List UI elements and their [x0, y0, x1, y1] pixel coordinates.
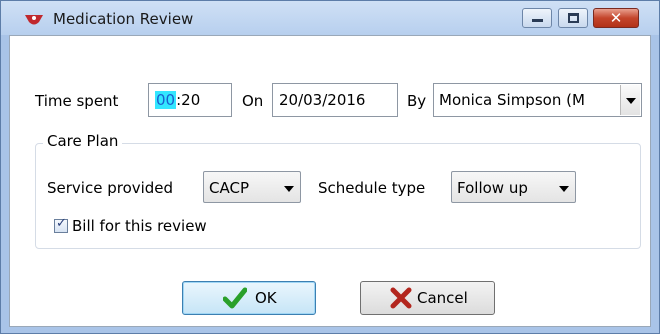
- ok-label: OK: [255, 289, 277, 307]
- cancel-button[interactable]: Cancel: [360, 281, 495, 315]
- time-spent-label: Time spent: [35, 92, 119, 110]
- on-label: On: [242, 92, 264, 110]
- care-plan-title: Care Plan: [43, 132, 123, 150]
- bill-label[interactable]: Bill for this review: [72, 217, 207, 235]
- checkmark-icon: [223, 287, 247, 309]
- cancel-x-icon: [390, 287, 412, 309]
- time-minutes: :20: [176, 91, 201, 109]
- chevron-down-icon[interactable]: [279, 173, 299, 201]
- by-user-value: Monica Simpson (M: [439, 91, 585, 109]
- time-hours-selected: 00: [155, 91, 177, 109]
- time-spent-input[interactable]: 00:20: [148, 83, 232, 117]
- window-title: Medication Review: [53, 10, 194, 28]
- dialog-body: Time spent 00:20 On 20/03/2016 By Monica…: [9, 35, 651, 327]
- chevron-down-icon[interactable]: [620, 85, 640, 115]
- by-user-select[interactable]: Monica Simpson (M: [433, 83, 642, 117]
- service-provided-value: CACP: [209, 179, 249, 197]
- close-icon: ✕: [609, 9, 623, 27]
- medication-review-window: Medication Review ✕ Time spent 00:20 On …: [0, 0, 660, 334]
- minimize-icon: [532, 19, 543, 22]
- schedule-type-label: Schedule type: [318, 179, 426, 197]
- date-input[interactable]: 20/03/2016: [272, 83, 398, 117]
- title-bar[interactable]: Medication Review ✕: [1, 1, 659, 35]
- by-label: By: [407, 92, 427, 110]
- service-provided-select[interactable]: CACP: [203, 171, 301, 203]
- medication-app-icon: [25, 15, 43, 25]
- service-provided-label: Service provided: [47, 179, 174, 197]
- date-value: 20/03/2016: [279, 91, 366, 109]
- maximize-icon: [568, 13, 579, 23]
- schedule-type-select[interactable]: Follow up: [451, 171, 576, 203]
- checkmark-icon: ✓: [56, 216, 67, 231]
- schedule-type-value: Follow up: [457, 179, 528, 197]
- cancel-label: Cancel: [417, 289, 468, 307]
- close-button[interactable]: ✕: [593, 8, 639, 28]
- maximize-button[interactable]: [558, 8, 588, 28]
- minimize-button[interactable]: [522, 8, 552, 28]
- ok-button[interactable]: OK: [182, 281, 316, 315]
- chevron-down-icon[interactable]: [554, 173, 574, 201]
- bill-checkbox[interactable]: ✓: [54, 216, 68, 233]
